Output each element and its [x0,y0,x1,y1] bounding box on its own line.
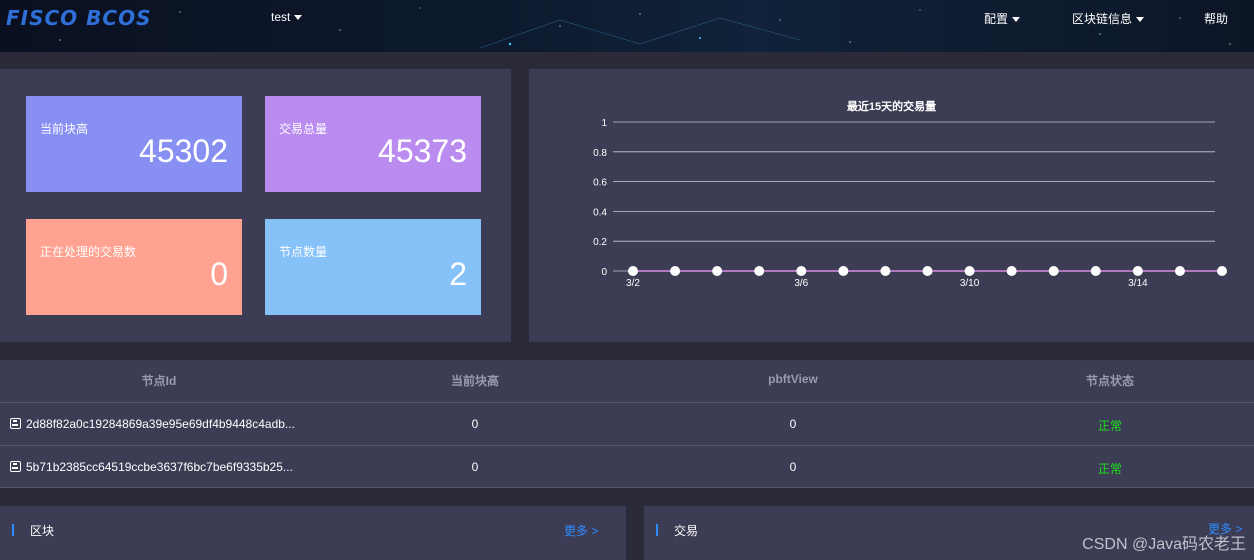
table-header-node-status: 节点状态 [1085,374,1135,388]
stats-panel: 当前块高 45302 交易总量 45373 正在处理的交易数 0 节点数量 2 [0,69,511,342]
y-tick-label: 0.2 [593,237,607,248]
nav-config-label: 配置 [984,12,1009,26]
data-point [964,266,975,276]
transactions-panel-title: 交易 [674,524,699,538]
nav-chain-info[interactable]: 区块链信息 [1072,10,1145,27]
caret-down-icon [1136,16,1145,22]
stat-card-block-height: 当前块高 45302 [26,96,242,192]
data-point [1174,266,1185,276]
y-tick-label: 0.4 [593,207,607,218]
stat-value: 45302 [139,133,228,169]
nav-config[interactable]: 配置 [984,10,1021,27]
node-block-height: 0 [471,417,479,431]
stat-card-node-count: 节点数量 2 [265,219,481,315]
data-point [1048,266,1059,276]
y-tick-label: 0.8 [593,148,607,159]
tx-volume-line-chart: 0 0.2 0.4 0.6 0.8 1 3/2 3/6 3/10 3/14 [593,118,1227,289]
node-id: 5b71b2385cc64519ccbe3637f6bc7be6f9335b25… [26,460,293,474]
nav-help-label: 帮助 [1204,12,1229,26]
group-label: test [271,10,291,24]
table-divider [0,487,1254,488]
node-id: 2d88f82a0c19284869a39e95e69df4b9448c4adb… [26,417,295,431]
node-save-icon [10,418,21,429]
data-point [1006,266,1017,276]
x-tick-label: 3/14 [1128,278,1148,289]
blocks-panel: 区块 更多 > [0,506,626,560]
node-status-badge: 正常 [1097,419,1123,433]
data-point [922,266,933,276]
table-header-block-height: 当前块高 [450,374,500,388]
table-row[interactable]: 5b71b2385cc64519ccbe3637f6bc7be6f9335b25… [0,445,1254,488]
table-header-pbft-view: pbftView [768,372,818,386]
stat-card-pending-tx: 正在处理的交易数 0 [26,219,242,315]
data-point [796,266,807,276]
node-pbft-view: 0 [789,417,797,431]
node-block-height: 0 [471,460,479,474]
y-tick-label: 1 [601,118,607,129]
data-point [880,266,891,276]
table-header-node-id: 节点Id [141,374,177,388]
data-point [628,266,638,276]
data-point [838,266,849,276]
stat-label: 正在处理的交易数 [40,245,137,259]
node-table: 节点Id 当前块高 pbftView 节点状态 2d88f82a0c192848… [0,360,1254,488]
table-row[interactable]: 2d88f82a0c19284869a39e95e69df4b9448c4adb… [0,402,1254,445]
section-accent-bar [656,524,658,536]
caret-down-icon [1012,16,1021,22]
node-pbft-view: 0 [789,460,797,474]
chart-panel: 最近15天的交易量 0 0.2 0.4 0.6 0.8 1 3/2 3/6 3/10 3/14 [529,69,1254,342]
x-tick-label: 3/6 [794,278,808,289]
starfield-background [59,7,1231,49]
stat-value: 0 [210,256,228,292]
y-tick-label: 0.6 [593,178,607,189]
stat-value: 2 [449,256,467,292]
data-point [754,266,765,276]
top-header: FISCO BCOS test 配置 区块链信息 帮助 [0,0,1254,52]
fisco-bcos-logo[interactable]: FISCO BCOS [6,6,151,30]
blocks-more-link[interactable]: 更多 > [564,522,598,539]
x-tick-label: 3/2 [626,278,640,289]
watermark-text: CSDN @Java码农老王 [1082,536,1246,553]
y-tick-label: 0 [601,267,607,278]
x-tick-label: 3/10 [960,278,980,289]
stat-card-tx-total: 交易总量 45373 [265,96,481,192]
blocks-panel-title: 区块 [30,524,55,538]
data-point [1217,266,1227,276]
data-point [712,266,723,276]
data-point [1132,266,1143,276]
nav-chain-info-label: 区块链信息 [1072,12,1133,26]
group-selector[interactable]: test [271,10,303,24]
data-point [670,266,681,276]
section-accent-bar [12,524,14,536]
data-point [1090,266,1101,276]
stat-value: 45373 [378,133,467,169]
stat-label: 节点数量 [279,245,328,259]
node-save-icon [10,461,21,472]
caret-down-icon [294,15,303,20]
nav-help[interactable]: 帮助 [1204,10,1228,27]
node-status-badge: 正常 [1097,462,1123,476]
